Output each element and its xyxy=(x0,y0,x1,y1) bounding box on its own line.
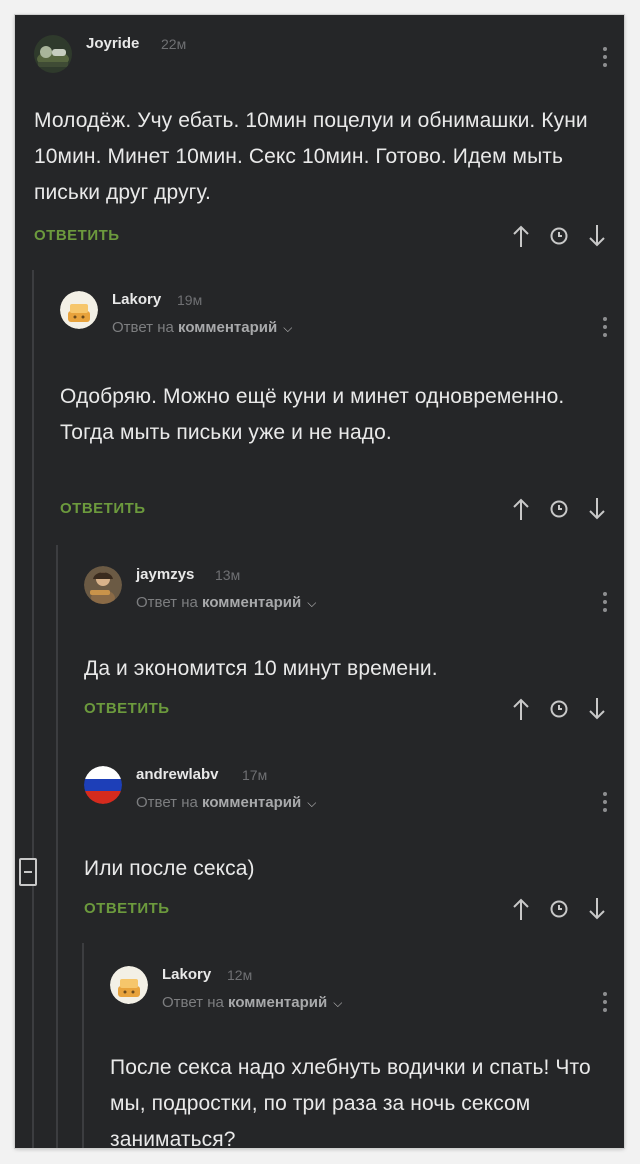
comment-text: Одобряю. Можно ещё куни и минет одноврем… xyxy=(60,385,565,444)
avatar[interactable] xyxy=(84,766,122,804)
comment: andrewlabv 17м Ответ на комментарий ⌵ Или… xyxy=(84,760,624,920)
comment-text: Или после секса) xyxy=(84,857,255,880)
reply-to[interactable]: Ответ на комментарий ⌵ xyxy=(112,319,292,336)
more-vertical-icon[interactable] xyxy=(602,317,608,337)
thread-line[interactable] xyxy=(82,943,84,1148)
collapse-thread-button[interactable] xyxy=(19,858,37,886)
username[interactable]: Joyride xyxy=(86,35,139,52)
username[interactable]: Lakory xyxy=(162,966,211,983)
comment-nav xyxy=(510,696,608,722)
reply-button[interactable]: ОТВЕТИТЬ xyxy=(60,500,146,517)
reply-button[interactable]: ОТВЕТИТЬ xyxy=(84,900,170,917)
arrow-up-icon[interactable] xyxy=(510,496,532,522)
clock-icon[interactable] xyxy=(548,696,570,722)
arrow-down-icon[interactable] xyxy=(586,696,608,722)
username[interactable]: Lakory xyxy=(112,291,161,308)
comment-text: Молодёж. Учу ебать. 10мин поцелуи и обни… xyxy=(34,109,588,204)
comment-actions: ОТВЕТИТЬ xyxy=(60,496,624,526)
arrow-up-icon[interactable] xyxy=(510,223,532,249)
clock-icon[interactable] xyxy=(548,896,570,922)
comment-header: Lakory 19м Ответ на комментарий ⌵ xyxy=(60,285,624,337)
reply-to[interactable]: Ответ на комментарий ⌵ xyxy=(136,594,316,611)
comment-text: После секса надо хлебнуть водички и спат… xyxy=(110,1056,591,1148)
reply-to-link[interactable]: комментарий xyxy=(228,994,327,1011)
avatar[interactable] xyxy=(84,566,122,604)
arrow-down-icon[interactable] xyxy=(586,223,608,249)
more-vertical-icon[interactable] xyxy=(602,792,608,812)
chevron-down-icon[interactable]: ⌵ xyxy=(333,996,342,1011)
comment-header: andrewlabv 17м Ответ на комментарий ⌵ xyxy=(84,760,624,812)
comment-actions: ОТВЕТИТЬ xyxy=(84,896,624,926)
comment: jaymzys 13м Ответ на комментарий ⌵ Да и э… xyxy=(84,560,624,720)
more-vertical-icon[interactable] xyxy=(602,592,608,612)
comment-time: 19м xyxy=(177,292,203,308)
comment-time: 13м xyxy=(215,567,241,583)
reply-to-prefix: Ответ на xyxy=(136,794,198,811)
clock-icon[interactable] xyxy=(548,223,570,249)
avatar[interactable] xyxy=(110,966,148,1004)
comment-nav xyxy=(510,223,608,249)
comment: Joyride 22м Молодёж. Учу ебать. 10мин по… xyxy=(34,29,624,249)
comment-header: jaymzys 13м Ответ на комментарий ⌵ xyxy=(84,560,624,612)
reply-to-link[interactable]: комментарий xyxy=(202,594,301,611)
reply-to[interactable]: Ответ на комментарий ⌵ xyxy=(162,994,342,1011)
thread-line[interactable] xyxy=(56,545,58,1148)
comment-header: Lakory 12м Ответ на комментарий ⌵ xyxy=(110,960,624,1012)
chevron-down-icon[interactable]: ⌵ xyxy=(307,596,316,611)
comment-time: 22м xyxy=(161,36,187,52)
arrow-down-icon[interactable] xyxy=(586,496,608,522)
reply-to-link[interactable]: комментарий xyxy=(178,319,277,336)
username[interactable]: andrewlabv xyxy=(136,766,219,783)
reply-to[interactable]: Ответ на комментарий ⌵ xyxy=(136,794,316,811)
arrow-up-icon[interactable] xyxy=(510,696,532,722)
comment-text: Да и экономится 10 минут времени. xyxy=(84,657,438,680)
comment: Lakory 12м Ответ на комментарий ⌵ После с… xyxy=(110,960,624,1148)
comment-actions: ОТВЕТИТЬ xyxy=(34,223,624,253)
comment-actions: ОТВЕТИТЬ xyxy=(84,696,624,726)
username[interactable]: jaymzys xyxy=(136,566,194,583)
chevron-down-icon[interactable]: ⌵ xyxy=(307,796,316,811)
chevron-down-icon[interactable]: ⌵ xyxy=(283,321,292,336)
comment-time: 17м xyxy=(242,767,268,783)
reply-button[interactable]: ОТВЕТИТЬ xyxy=(34,227,120,244)
comment-nav xyxy=(510,496,608,522)
arrow-down-icon[interactable] xyxy=(586,896,608,922)
thread-line[interactable] xyxy=(32,270,34,1148)
comment-time: 12м xyxy=(227,967,253,983)
avatar[interactable] xyxy=(34,35,72,73)
reply-to-prefix: Ответ на xyxy=(112,319,174,336)
avatar[interactable] xyxy=(60,291,98,329)
more-vertical-icon[interactable] xyxy=(602,47,608,67)
comment: Lakory 19м Ответ на комментарий ⌵ Одобряю… xyxy=(60,285,624,520)
clock-icon[interactable] xyxy=(548,496,570,522)
comment-header: Joyride 22м xyxy=(34,29,624,73)
reply-to-prefix: Ответ на xyxy=(136,594,198,611)
arrow-up-icon[interactable] xyxy=(510,896,532,922)
comment-nav xyxy=(510,896,608,922)
comments-panel: Joyride 22м Молодёж. Учу ебать. 10мин по… xyxy=(15,15,624,1148)
reply-to-prefix: Ответ на xyxy=(162,994,224,1011)
more-vertical-icon[interactable] xyxy=(602,992,608,1012)
reply-button[interactable]: ОТВЕТИТЬ xyxy=(84,700,170,717)
reply-to-link[interactable]: комментарий xyxy=(202,794,301,811)
